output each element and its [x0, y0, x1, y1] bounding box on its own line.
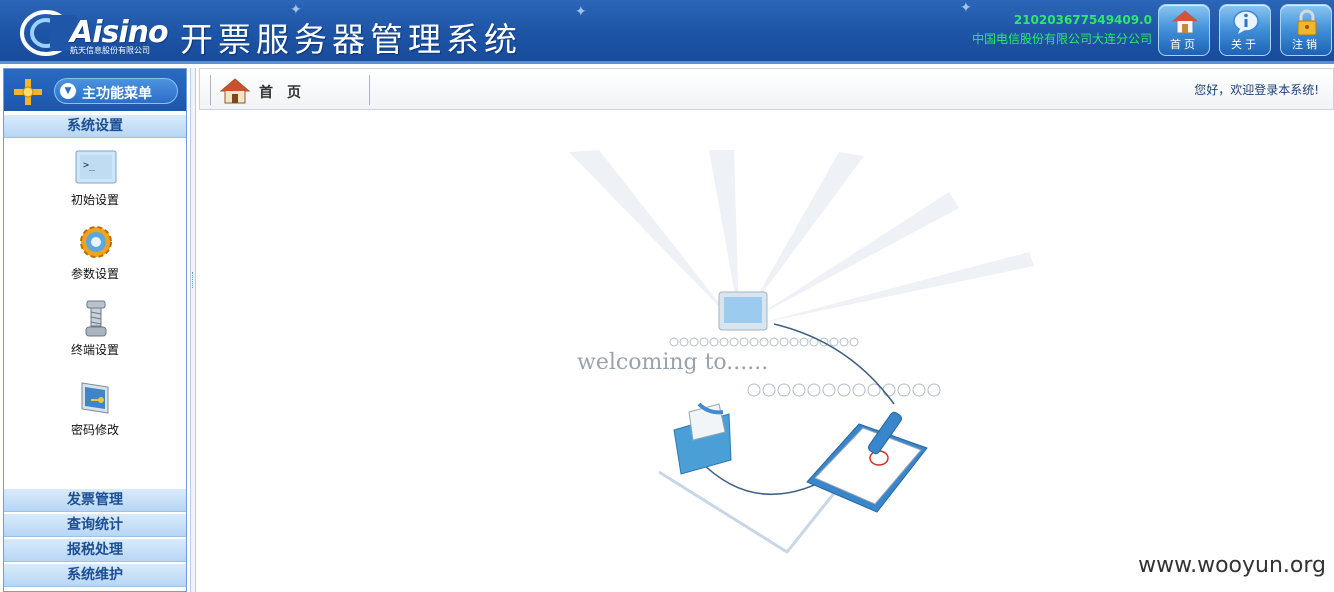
- watermark-text: www.wooyun.org: [1138, 553, 1326, 578]
- main-menu-header: ▼ 主功能菜单: [4, 69, 186, 111]
- main-menu-toggle[interactable]: ▼ 主功能菜单: [54, 78, 178, 104]
- logout-button[interactable]: 注销: [1280, 4, 1332, 56]
- system-title: 开票服务器管理系统: [180, 20, 522, 59]
- section-query-statistics[interactable]: 查询统计: [4, 513, 186, 537]
- func-label: 密码修改: [70, 423, 119, 437]
- welcoming-text: welcoming to......: [577, 350, 769, 375]
- company-name: 中国电信股份有限公司大连分公司: [971, 32, 1152, 46]
- func-password-change[interactable]: 密码修改: [4, 379, 186, 449]
- section-system-maintenance[interactable]: 系统维护: [4, 563, 186, 587]
- func-label: 参数设置: [70, 267, 119, 281]
- menu-decoration-icon: [14, 79, 42, 105]
- terminal-icon: >_: [75, 150, 117, 184]
- tab-bar: 首页 您好，欢迎登录本系统!: [199, 68, 1334, 110]
- gear-icon: [80, 226, 112, 258]
- sidebar-splitter[interactable]: [190, 68, 196, 592]
- aisino-logo: Aisino 航天信息股份有限公司: [18, 7, 169, 57]
- sparkle-decoration: ✦: [960, 0, 972, 16]
- about-button[interactable]: 关于: [1219, 4, 1271, 56]
- logout-button-label: 注销: [1292, 38, 1320, 51]
- logo-subtitle: 航天信息股份有限公司: [70, 46, 150, 55]
- splitter-grip[interactable]: [192, 272, 194, 288]
- tab-home[interactable]: 首页: [210, 75, 370, 105]
- screw-icon: [85, 300, 107, 337]
- func-label: 初始设置: [70, 193, 119, 207]
- account-id: 210203677549409.0: [1013, 13, 1152, 27]
- info-icon: [1233, 10, 1259, 34]
- chevron-down-icon: ▼: [60, 83, 76, 99]
- func-initial-settings[interactable]: >_ 初始设置: [4, 149, 186, 219]
- sparkle-decoration: ✦: [575, 4, 587, 20]
- svg-text:>_: >_: [83, 160, 96, 171]
- app-header: ✦ ✦ ✦ Aisino 航天信息股份有限公司 开票服务器管理系统 210203…: [0, 0, 1334, 64]
- func-terminal-settings[interactable]: 终端设置: [4, 299, 186, 369]
- main-menu-title: 主功能菜单: [82, 86, 152, 102]
- welcome-message: 您好，欢迎登录本系统!: [1194, 83, 1319, 97]
- monitor-key-icon: [81, 382, 109, 414]
- section-system-settings[interactable]: 系统设置: [4, 114, 186, 138]
- home-button-label: 首页: [1170, 38, 1198, 51]
- main-content: welcoming to...... www.wooyun.org: [199, 112, 1334, 592]
- home-icon: [219, 78, 251, 104]
- sidebar: ▼ 主功能菜单 系统设置 >_ 初始设置 参数设置 终端设置 密码修改 发票管理…: [3, 68, 187, 592]
- func-label: 终端设置: [70, 343, 119, 357]
- section-invoice-management[interactable]: 发票管理: [4, 488, 186, 512]
- header-bottom-strip: [0, 61, 1334, 64]
- func-parameter-settings[interactable]: 参数设置: [4, 223, 186, 293]
- tab-home-label: 首页: [259, 85, 315, 101]
- about-button-label: 关于: [1231, 38, 1259, 51]
- lock-icon: [1297, 9, 1317, 36]
- home-icon: [1171, 10, 1199, 34]
- section-tax-reporting[interactable]: 报税处理: [4, 538, 186, 562]
- home-button[interactable]: 首页: [1158, 4, 1210, 56]
